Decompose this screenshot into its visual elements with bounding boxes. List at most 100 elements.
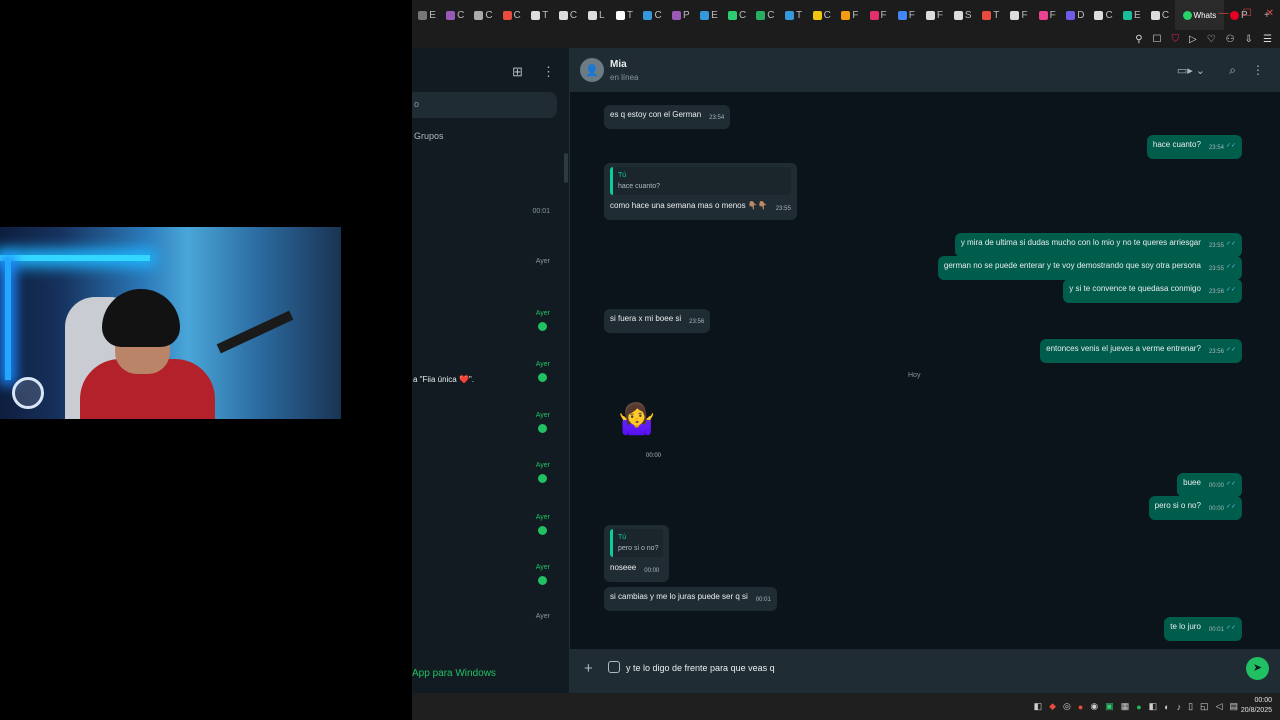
browser-tab[interactable]: F [865, 0, 891, 30]
tray-app-icon[interactable]: ◆ [1049, 701, 1056, 712]
tray-app-icon[interactable]: ◧ [1034, 701, 1043, 712]
favicon-icon [1066, 10, 1076, 20]
kebab-menu-icon[interactable]: ⋮ [542, 64, 555, 80]
microphone-icon[interactable]: ♪ [1177, 702, 1182, 712]
new-chat-icon[interactable]: ⊞ [512, 64, 523, 80]
spotify-icon[interactable]: ● [1136, 702, 1141, 712]
incoming-message[interactable]: Tú hace cuanto? como hace una semana mas o… [604, 163, 797, 220]
contact-name[interactable]: Mia [610, 59, 627, 70]
chat-list-item[interactable]: Ayer [412, 514, 560, 535]
webcam-overlay [0, 227, 341, 419]
quoted-message[interactable]: Tú hace cuanto? [610, 167, 791, 195]
volume-icon[interactable]: ◁ [1216, 701, 1223, 712]
chat-list-item[interactable]: Ayer [412, 462, 560, 483]
browser-tab[interactable]: E [696, 0, 722, 30]
browser-tab[interactable]: E [414, 0, 440, 30]
browser-tab[interactable]: T [527, 0, 553, 30]
sticker-icon[interactable] [608, 661, 620, 673]
outgoing-message[interactable]: y si te convence te quedasa conmigo 23:56… [1063, 279, 1242, 303]
chat-list-item[interactable]: Ayer [412, 310, 560, 331]
browser-tab[interactable]: P [668, 0, 694, 30]
message-input[interactable] [626, 657, 1226, 679]
send-button[interactable]: ➤ [1246, 657, 1269, 680]
bookmark-icon[interactable]: ☐ [1153, 34, 1162, 45]
outgoing-message[interactable]: pero si o no? 00:00 ✓✓ [1148, 496, 1242, 520]
tray-app-icon[interactable]: ◉ [1090, 701, 1098, 712]
browser-tab-bar: E C C C T C L T C P E C C T C F F F F S T F F D C E C Whats P + [412, 0, 1280, 30]
outgoing-message[interactable]: entonces venis el jueves a verme entrena… [1040, 339, 1242, 363]
close-icon[interactable]: ✕ [1266, 8, 1274, 19]
search-input[interactable]: o [412, 92, 557, 118]
chat-list-item[interactable]: Ayer [412, 258, 560, 274]
browser-tab[interactable]: F [921, 0, 947, 30]
outgoing-message[interactable]: buee 00:00 ✓✓ [1177, 473, 1242, 497]
attach-plus-icon[interactable]: + [584, 660, 593, 677]
browser-tab[interactable]: L [583, 0, 609, 30]
browser-tab[interactable]: C [1091, 0, 1117, 30]
menu-icon[interactable]: ☰ [1263, 34, 1272, 45]
tray-app-icon[interactable]: ◧ [1149, 701, 1158, 712]
browser-tab[interactable]: C [499, 0, 525, 30]
pin-icon[interactable]: ⚲ [1135, 34, 1142, 45]
chat-list-item[interactable]: Ayer [412, 613, 560, 629]
play-icon[interactable]: ▷ [1189, 34, 1197, 45]
kebab-menu-icon[interactable]: ⋮ [1252, 63, 1264, 77]
outgoing-message[interactable]: german no se puede enterar y te voy demo… [937, 256, 1242, 280]
tray-app-icon[interactable]: ◐ [1164, 702, 1169, 712]
incoming-message[interactable]: Tú pero si o no? noseee 00:00 [604, 525, 670, 582]
browser-tab[interactable]: T [611, 0, 637, 30]
chat-list-item[interactable]: Ayer [412, 564, 560, 585]
browser-tab[interactable]: T [780, 0, 806, 30]
video-call-icon[interactable]: ▭▸ ⌄ [1177, 64, 1205, 77]
shield-icon[interactable]: ⛉ [1172, 34, 1180, 45]
browser-tab[interactable]: F [837, 0, 863, 30]
browser-tab[interactable]: C [555, 0, 581, 30]
browser-tab[interactable]: F [893, 0, 919, 30]
outgoing-message[interactable]: hace cuanto? 23:54 ✓✓ [1146, 135, 1242, 159]
chat-list-item[interactable]: Ayer a "Fiia única ❤️". [412, 361, 560, 384]
clock[interactable]: 00:00 20/8/2025 [1241, 696, 1272, 716]
network-icon[interactable]: ◱ [1200, 701, 1209, 712]
scrollbar[interactable] [564, 153, 568, 183]
browser-tab[interactable]: C [470, 0, 496, 30]
tray-app-icon[interactable]: ▦ [1121, 701, 1130, 712]
app-for-windows-link[interactable]: App para Windows [412, 668, 496, 679]
browser-tab[interactable]: C [724, 0, 750, 30]
incoming-message[interactable]: es q estoy con el German 23:54 [604, 105, 731, 129]
notification-icon[interactable]: ▤ [1229, 701, 1238, 712]
chat-list-item[interactable]: Ayer [412, 412, 560, 433]
search-icon[interactable]: ⌕ [1229, 63, 1236, 78]
filter-chip-grupos[interactable]: Grupos [414, 131, 444, 141]
browser-tab[interactable]: C [809, 0, 835, 30]
tray-app-icon[interactable]: ● [1078, 702, 1083, 712]
browser-tab-active[interactable]: Whats [1175, 0, 1224, 30]
heart-icon[interactable]: ♡ [1207, 34, 1216, 45]
browser-tab[interactable]: E [1119, 0, 1145, 30]
tray-app-icon[interactable]: ◎ [1063, 701, 1071, 712]
incoming-message[interactable]: si cambias y me lo juras puede ser q si 0… [604, 587, 777, 611]
browser-tab[interactable]: C [442, 0, 468, 30]
battery-icon[interactable]: ▯ [1188, 701, 1193, 712]
browser-tab[interactable]: C [752, 0, 778, 30]
browser-tab[interactable]: T [978, 0, 1004, 30]
browser-tab[interactable]: F [1034, 0, 1060, 30]
incoming-message[interactable]: si fuera x mi boee si 23:56 [604, 309, 711, 333]
maximize-icon[interactable]: ☐ [1243, 8, 1252, 19]
chat-list-panel: ⊞ ⋮ o Grupos 00:01 Ayer Ayer Ayer a "Fiia ún… [412, 48, 570, 693]
browser-tab[interactable]: S [950, 0, 976, 30]
chat-list-item[interactable]: 00:01 [412, 208, 560, 224]
browser-tab[interactable]: C [1147, 0, 1173, 30]
chat-header[interactable]: 👤 Mia en línea ▭▸ ⌄ ⌕ ⋮ [570, 48, 1280, 92]
outgoing-message[interactable]: y mira de ultima si dudas mucho con lo m… [954, 233, 1242, 257]
browser-tab[interactable]: C [640, 0, 666, 30]
browser-tab[interactable]: F [1006, 0, 1032, 30]
download-icon[interactable]: ⇩ [1245, 34, 1253, 45]
tray-app-icon[interactable]: ▣ [1105, 701, 1114, 712]
minimize-icon[interactable]: — [1219, 8, 1229, 19]
browser-tab[interactable]: D [1062, 0, 1088, 30]
avatar[interactable]: 👤 [580, 58, 604, 82]
sticker-message[interactable]: 🤷‍♀️ [618, 402, 655, 437]
profile-icon[interactable]: ⚇ [1226, 34, 1235, 45]
outgoing-message[interactable]: te lo juro 00:01 ✓✓ [1164, 617, 1242, 641]
quoted-message[interactable]: Tú pero si o no? [610, 529, 664, 557]
